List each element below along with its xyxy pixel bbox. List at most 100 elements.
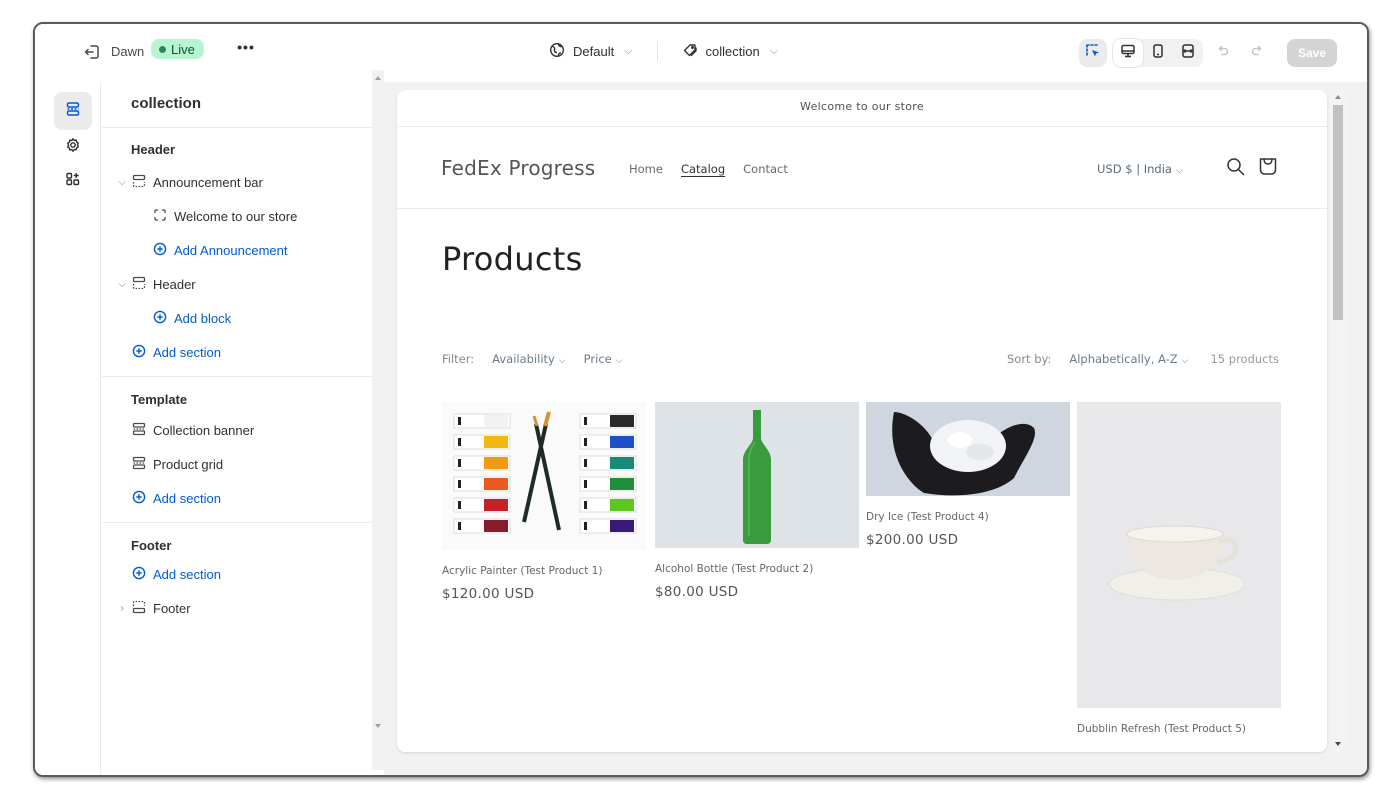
exit-icon[interactable] [82, 42, 102, 62]
plus-circle-icon [132, 490, 153, 507]
product-price: $200.00 USD [866, 532, 959, 548]
block-icon [153, 208, 174, 225]
tree-item-announcement-bar[interactable]: ⌵ Announcement bar [116, 171, 263, 193]
tree-item-label: Welcome to our store [174, 208, 298, 224]
page-selector-label: collection [705, 43, 760, 59]
product-card[interactable]: Alcohol Bottle (Test Product 2) $80.00 U… [655, 402, 859, 600]
add-section-template-button[interactable]: Add section [132, 487, 221, 509]
chevron-down-icon: ⌵ [1175, 166, 1183, 176]
tree-item-header[interactable]: ⌵ Header [116, 273, 196, 295]
sidebar-scrollbar[interactable] [372, 70, 384, 770]
mobile-view-button[interactable] [1143, 39, 1173, 67]
status-badge: Live [151, 39, 204, 59]
product-image-green-bottle [655, 402, 859, 548]
group-heading-template: Template [131, 392, 188, 407]
product-price: $80.00 USD [655, 584, 739, 600]
redo-button[interactable] [1243, 39, 1271, 67]
add-label: Add block [174, 310, 232, 326]
section-icon [132, 422, 153, 439]
more-actions-button[interactable]: ••• [234, 40, 258, 58]
chevron-down-icon: ⌵ [615, 356, 623, 366]
store-logo[interactable]: FedEx Progress [441, 156, 595, 180]
section-icon [132, 456, 153, 473]
redo-icon [1249, 43, 1265, 64]
live-dot-icon [159, 45, 166, 53]
save-button[interactable]: Save [1287, 39, 1337, 67]
divider [102, 522, 384, 523]
nav-link-home[interactable]: Home [629, 162, 663, 176]
template-selector[interactable]: Default ⌵ [549, 42, 633, 61]
filter-option-label: Availability [492, 352, 555, 366]
group-heading-footer: Footer [131, 538, 172, 553]
plus-circle-icon [132, 566, 153, 583]
page-selector[interactable]: collection ⌵ [682, 42, 778, 61]
nav-link-catalog[interactable]: Catalog [681, 162, 725, 176]
rail-theme-settings-button[interactable] [54, 128, 92, 166]
announcement-bar[interactable]: Welcome to our store [397, 90, 1327, 127]
tree-item-label: Product grid [153, 456, 224, 472]
collection-title: Products [442, 240, 583, 278]
gear-icon [65, 137, 81, 158]
inspector-toggle-button[interactable] [1079, 39, 1107, 67]
add-label: Add Announcement [174, 242, 288, 258]
currency-selector[interactable]: USD $ | India ⌵ [1097, 162, 1183, 176]
desktop-icon [1120, 43, 1136, 64]
tree-item-welcome-block[interactable]: Welcome to our store [153, 205, 297, 227]
filter-price[interactable]: Price ⌵ [584, 352, 623, 366]
full-width-view-button[interactable] [1173, 39, 1203, 67]
rail-sections-button[interactable] [54, 92, 92, 130]
add-section-footer-button[interactable]: Add section [132, 563, 221, 585]
scroll-down-icon[interactable] [1335, 742, 1341, 746]
chevron-down-icon: ⌵ [1181, 356, 1189, 366]
tag-icon [682, 42, 698, 61]
add-label: Add section [153, 490, 221, 506]
scroll-up-icon[interactable] [375, 76, 381, 80]
sort-value: Alphabetically, A-Z [1069, 352, 1178, 366]
product-card[interactable]: Acrylic Painter (Test Product 1) $120.00… [442, 402, 646, 602]
add-label: Add section [153, 566, 221, 582]
sections-icon [65, 101, 81, 122]
view-controls: Save [1079, 39, 1337, 67]
desktop-view-button[interactable] [1113, 39, 1143, 67]
chevron-down-icon[interactable]: ⌵ [116, 279, 128, 290]
product-count: 15 products [1210, 352, 1279, 366]
sort-select[interactable]: Alphabetically, A-Z ⌵ [1069, 352, 1188, 366]
globe-icon [549, 42, 565, 61]
nav-link-contact[interactable]: Contact [743, 162, 788, 176]
divider [102, 127, 384, 128]
plus-circle-icon [132, 344, 153, 361]
tree-item-collection-banner[interactable]: Collection banner [132, 419, 254, 441]
scroll-up-icon[interactable] [1335, 95, 1341, 99]
add-block-button[interactable]: Add block [153, 307, 231, 329]
section-header-icon [132, 174, 153, 191]
product-card[interactable]: Dry Ice (Test Product 4) $200.00 USD [866, 402, 1070, 548]
store-nav: Home Catalog Contact [629, 162, 788, 176]
chevron-down-icon[interactable]: ⌵ [116, 177, 128, 188]
tree-item-product-grid[interactable]: Product grid [132, 453, 223, 475]
product-image-cup-and-saucer [1077, 402, 1281, 708]
chevron-right-icon[interactable]: › [116, 603, 128, 614]
product-name: Acrylic Painter (Test Product 1) [442, 565, 603, 577]
add-announcement-button[interactable]: Add Announcement [153, 239, 287, 261]
tree-item-footer[interactable]: › Footer [116, 597, 191, 619]
scrollbar-thumb[interactable] [1333, 105, 1343, 320]
preview-scrollbar[interactable] [1330, 90, 1346, 750]
search-icon[interactable] [1225, 156, 1247, 178]
product-name: Alcohol Bottle (Test Product 2) [655, 563, 814, 575]
rail-app-embeds-button[interactable] [54, 162, 92, 200]
filter-option-label: Price [583, 352, 612, 366]
filter-availability[interactable]: Availability ⌵ [492, 352, 566, 366]
tree-item-label: Announcement bar [153, 174, 263, 190]
select-cursor-icon [1085, 43, 1101, 64]
template-controls: Default ⌵ collection ⌵ [549, 39, 778, 63]
undo-button[interactable] [1209, 39, 1237, 67]
theme-editor-window: Dawn Live ••• Default ⌵ collection ⌵ Sav… [33, 22, 1369, 777]
store-header: FedEx Progress Home Catalog Contact USD … [397, 127, 1327, 209]
filter-bar: Filter: Availability ⌵ Price ⌵ [442, 352, 623, 366]
product-card[interactable]: Dubblin Refresh (Test Product 5) [1077, 402, 1281, 735]
scroll-down-icon[interactable] [375, 724, 381, 728]
chevron-down-icon: ⌵ [624, 44, 633, 57]
currency-label: USD $ | India [1097, 162, 1172, 176]
cart-icon[interactable] [1257, 155, 1279, 177]
add-section-header-button[interactable]: Add section [132, 341, 221, 363]
